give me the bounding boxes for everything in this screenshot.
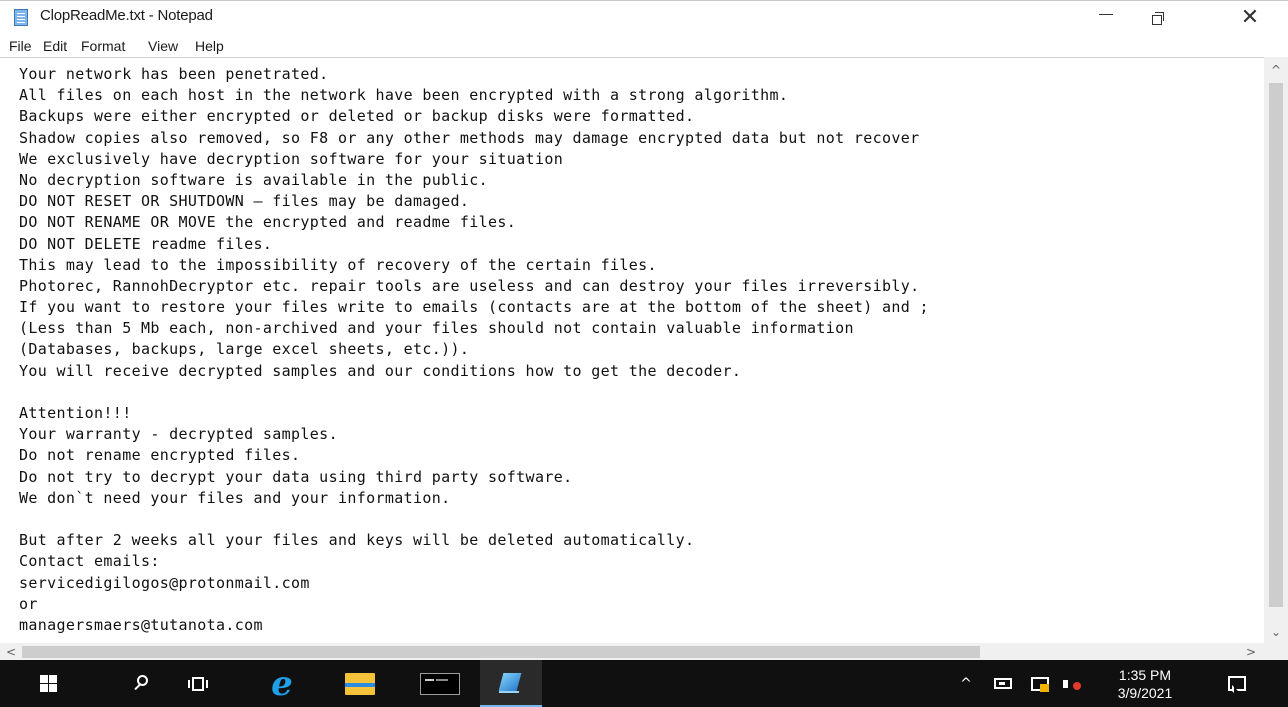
document-line: You will receive decrypted samples and o… bbox=[19, 361, 742, 380]
windows-logo-icon bbox=[39, 675, 57, 692]
horizontal-scroll-thumb[interactable] bbox=[22, 646, 980, 658]
document-line: Backups were either encrypted or deleted… bbox=[19, 107, 695, 126]
internet-explorer-icon: e bbox=[271, 663, 293, 704]
minimize-icon bbox=[1099, 13, 1113, 15]
document-line: Your warranty - decrypted samples. bbox=[19, 425, 338, 444]
scroll-down-icon[interactable]: ⌄ bbox=[1264, 625, 1288, 641]
command-prompt-button[interactable] bbox=[418, 660, 462, 707]
menu-format[interactable]: Format bbox=[81, 38, 125, 54]
window-title: ClopReadMe.txt - Notepad bbox=[40, 7, 213, 24]
document-text: Your network has been penetrated. All fil… bbox=[19, 64, 1263, 636]
document-line: Photorec, RannohDecryptor etc. repair to… bbox=[19, 276, 920, 295]
clock[interactable]: 1:35 PM 3/9/2021 bbox=[1108, 660, 1182, 707]
document-line: DO NOT RESET OR SHUTDOWN – files may be … bbox=[19, 192, 470, 211]
horizontal-scrollbar[interactable]: < > bbox=[0, 643, 1264, 661]
search-icon bbox=[133, 674, 151, 693]
flag-icon bbox=[1031, 676, 1049, 692]
document-line: managersmaers@tutanota.com bbox=[19, 615, 263, 634]
notepad-window: ClopReadMe.txt - Notepad ✕ File Edit For… bbox=[0, 0, 1288, 661]
volume-button[interactable] bbox=[1060, 660, 1086, 707]
vertical-scrollbar[interactable]: ^ ⌄ bbox=[1264, 57, 1288, 643]
document-line: Your network has been penetrated. bbox=[19, 65, 329, 83]
scroll-right-icon[interactable]: > bbox=[1246, 643, 1260, 661]
scroll-left-icon[interactable]: < bbox=[6, 643, 20, 661]
document-line: DO NOT DELETE readme files. bbox=[19, 234, 273, 253]
title-bar[interactable]: ClopReadMe.txt - Notepad ✕ bbox=[0, 1, 1288, 35]
internet-explorer-button[interactable]: e bbox=[262, 660, 302, 707]
restore-icon bbox=[1152, 12, 1164, 25]
clock-time: 1:35 PM bbox=[1118, 666, 1172, 683]
scroll-up-icon[interactable]: ^ bbox=[1264, 63, 1288, 79]
maximize-button[interactable] bbox=[1132, 1, 1184, 35]
document-line: Contact emails: bbox=[19, 552, 160, 571]
document-line: Shadow copies also removed, so F8 or any… bbox=[19, 128, 920, 147]
text-editor[interactable]: Your network has been penetrated. All fil… bbox=[0, 57, 1264, 644]
task-view-button[interactable] bbox=[180, 660, 216, 707]
network-icon bbox=[994, 678, 1012, 689]
file-explorer-button[interactable] bbox=[340, 660, 380, 707]
document-line: If you want to restore your files write … bbox=[19, 298, 929, 317]
action-center-flag-button[interactable] bbox=[1029, 660, 1051, 707]
search-button[interactable] bbox=[124, 660, 160, 707]
document-line: No decryption software is available in t… bbox=[19, 170, 489, 189]
document-line: Do not rename encrypted files. bbox=[19, 446, 301, 465]
notification-button[interactable] bbox=[1220, 660, 1254, 707]
folder-icon bbox=[345, 672, 375, 695]
notepad-icon[interactable] bbox=[14, 9, 28, 26]
menu-bar: File Edit Format View Help bbox=[0, 35, 1288, 57]
document-line: servicedigilogos@protonmail.com bbox=[19, 573, 310, 592]
menu-file[interactable]: File bbox=[9, 38, 32, 54]
network-button[interactable] bbox=[992, 660, 1014, 707]
document-line: Do not try to decrypt your data using th… bbox=[19, 467, 573, 486]
document-line: (Less than 5 Mb each, non-archived and y… bbox=[19, 319, 854, 338]
document-line: Attention!!! bbox=[19, 404, 132, 422]
start-button[interactable] bbox=[30, 660, 66, 707]
notepad-taskbar-button[interactable] bbox=[480, 660, 542, 707]
document-line: This may lead to the impossibility of re… bbox=[19, 255, 657, 274]
document-line: All files on each host in the network ha… bbox=[19, 86, 789, 105]
command-prompt-icon bbox=[420, 672, 460, 695]
notepad-icon bbox=[497, 671, 525, 695]
document-line: We exclusively have decryption software … bbox=[19, 149, 564, 168]
close-icon: ✕ bbox=[1240, 5, 1260, 30]
document-line: (Databases, backups, large excel sheets,… bbox=[19, 340, 470, 359]
vertical-scroll-thumb[interactable] bbox=[1269, 83, 1283, 607]
volume-muted-icon bbox=[1063, 677, 1083, 691]
menu-edit[interactable]: Edit bbox=[43, 38, 67, 54]
close-button[interactable]: ✕ bbox=[1224, 1, 1276, 35]
scrollbar-corner bbox=[1264, 643, 1288, 661]
document-line: We don`t need your files and your inform… bbox=[19, 488, 451, 507]
menu-view[interactable]: View bbox=[148, 38, 178, 54]
show-hidden-icons-chevron-icon[interactable]: ^ bbox=[956, 660, 976, 707]
document-line: But after 2 weeks all your files and key… bbox=[19, 531, 695, 550]
notification-icon bbox=[1228, 676, 1246, 691]
menu-help[interactable]: Help bbox=[195, 38, 224, 54]
document-line: or bbox=[19, 594, 38, 613]
taskbar: e ^ 1:35 PM 3/9/2021 bbox=[0, 660, 1288, 707]
minimize-button[interactable] bbox=[1080, 1, 1132, 35]
clock-date: 3/9/2021 bbox=[1117, 684, 1173, 701]
task-view-icon bbox=[188, 676, 208, 691]
document-line: DO NOT RENAME OR MOVE the encrypted and … bbox=[19, 213, 517, 232]
